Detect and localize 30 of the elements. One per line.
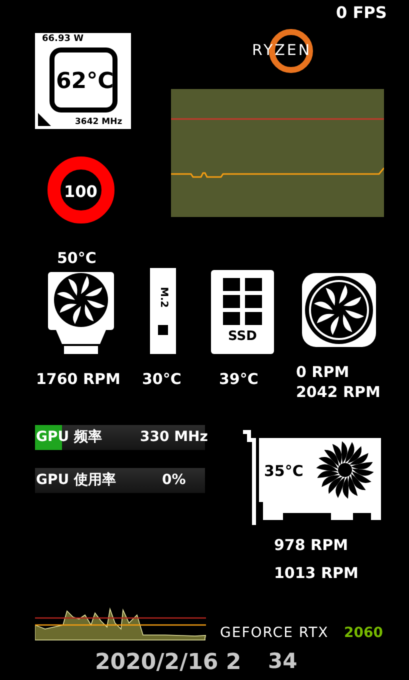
m2-drive-icon [150, 268, 176, 354]
cpu-temperature: 62°C [56, 68, 114, 96]
meter-label: GPU 使用率 [36, 470, 116, 490]
meter-reading: 330 MHz [140, 428, 208, 447]
geforce-logo-text: GEFORCE RTX [220, 624, 329, 643]
meter-reading: 0% [162, 471, 186, 490]
corner-triangle-icon [38, 113, 51, 126]
cpu-clock: 3642 MHz [75, 116, 122, 129]
case-fan-icon [299, 270, 379, 350]
cpu-power: 66.93 W [42, 33, 84, 46]
cooler-temperature: 50°C [57, 248, 96, 269]
m2-temperature: 30°C [142, 369, 182, 390]
fps-reading: 0 FPS [336, 2, 387, 24]
gpu-model: 2060 [344, 624, 383, 643]
time-reading: 34 [268, 648, 298, 675]
ssd-label: SSD [227, 328, 258, 346]
load-ring [47, 156, 115, 224]
graphics-card-icon [243, 429, 384, 525]
gpu-fan-speed: 978 RPM [274, 535, 348, 556]
cooler-fan-speed: 1760 RPM [36, 369, 120, 390]
case-fan-speed: 0 RPM [296, 362, 350, 383]
load-reading: 100 [64, 181, 98, 203]
case-fan-speed: 2042 RPM [296, 382, 380, 403]
date-reading: 2020/2/16 2 [95, 649, 242, 677]
cpu-chip-icon [49, 47, 118, 113]
gpu-fan-speed: 1013 RPM [274, 563, 358, 584]
ssd-temperature: 39°C [219, 369, 258, 390]
cpu-cooler-icon [48, 272, 114, 354]
gpu-temperature: 35°C [264, 461, 304, 482]
ssd-drive-icon [211, 270, 274, 354]
